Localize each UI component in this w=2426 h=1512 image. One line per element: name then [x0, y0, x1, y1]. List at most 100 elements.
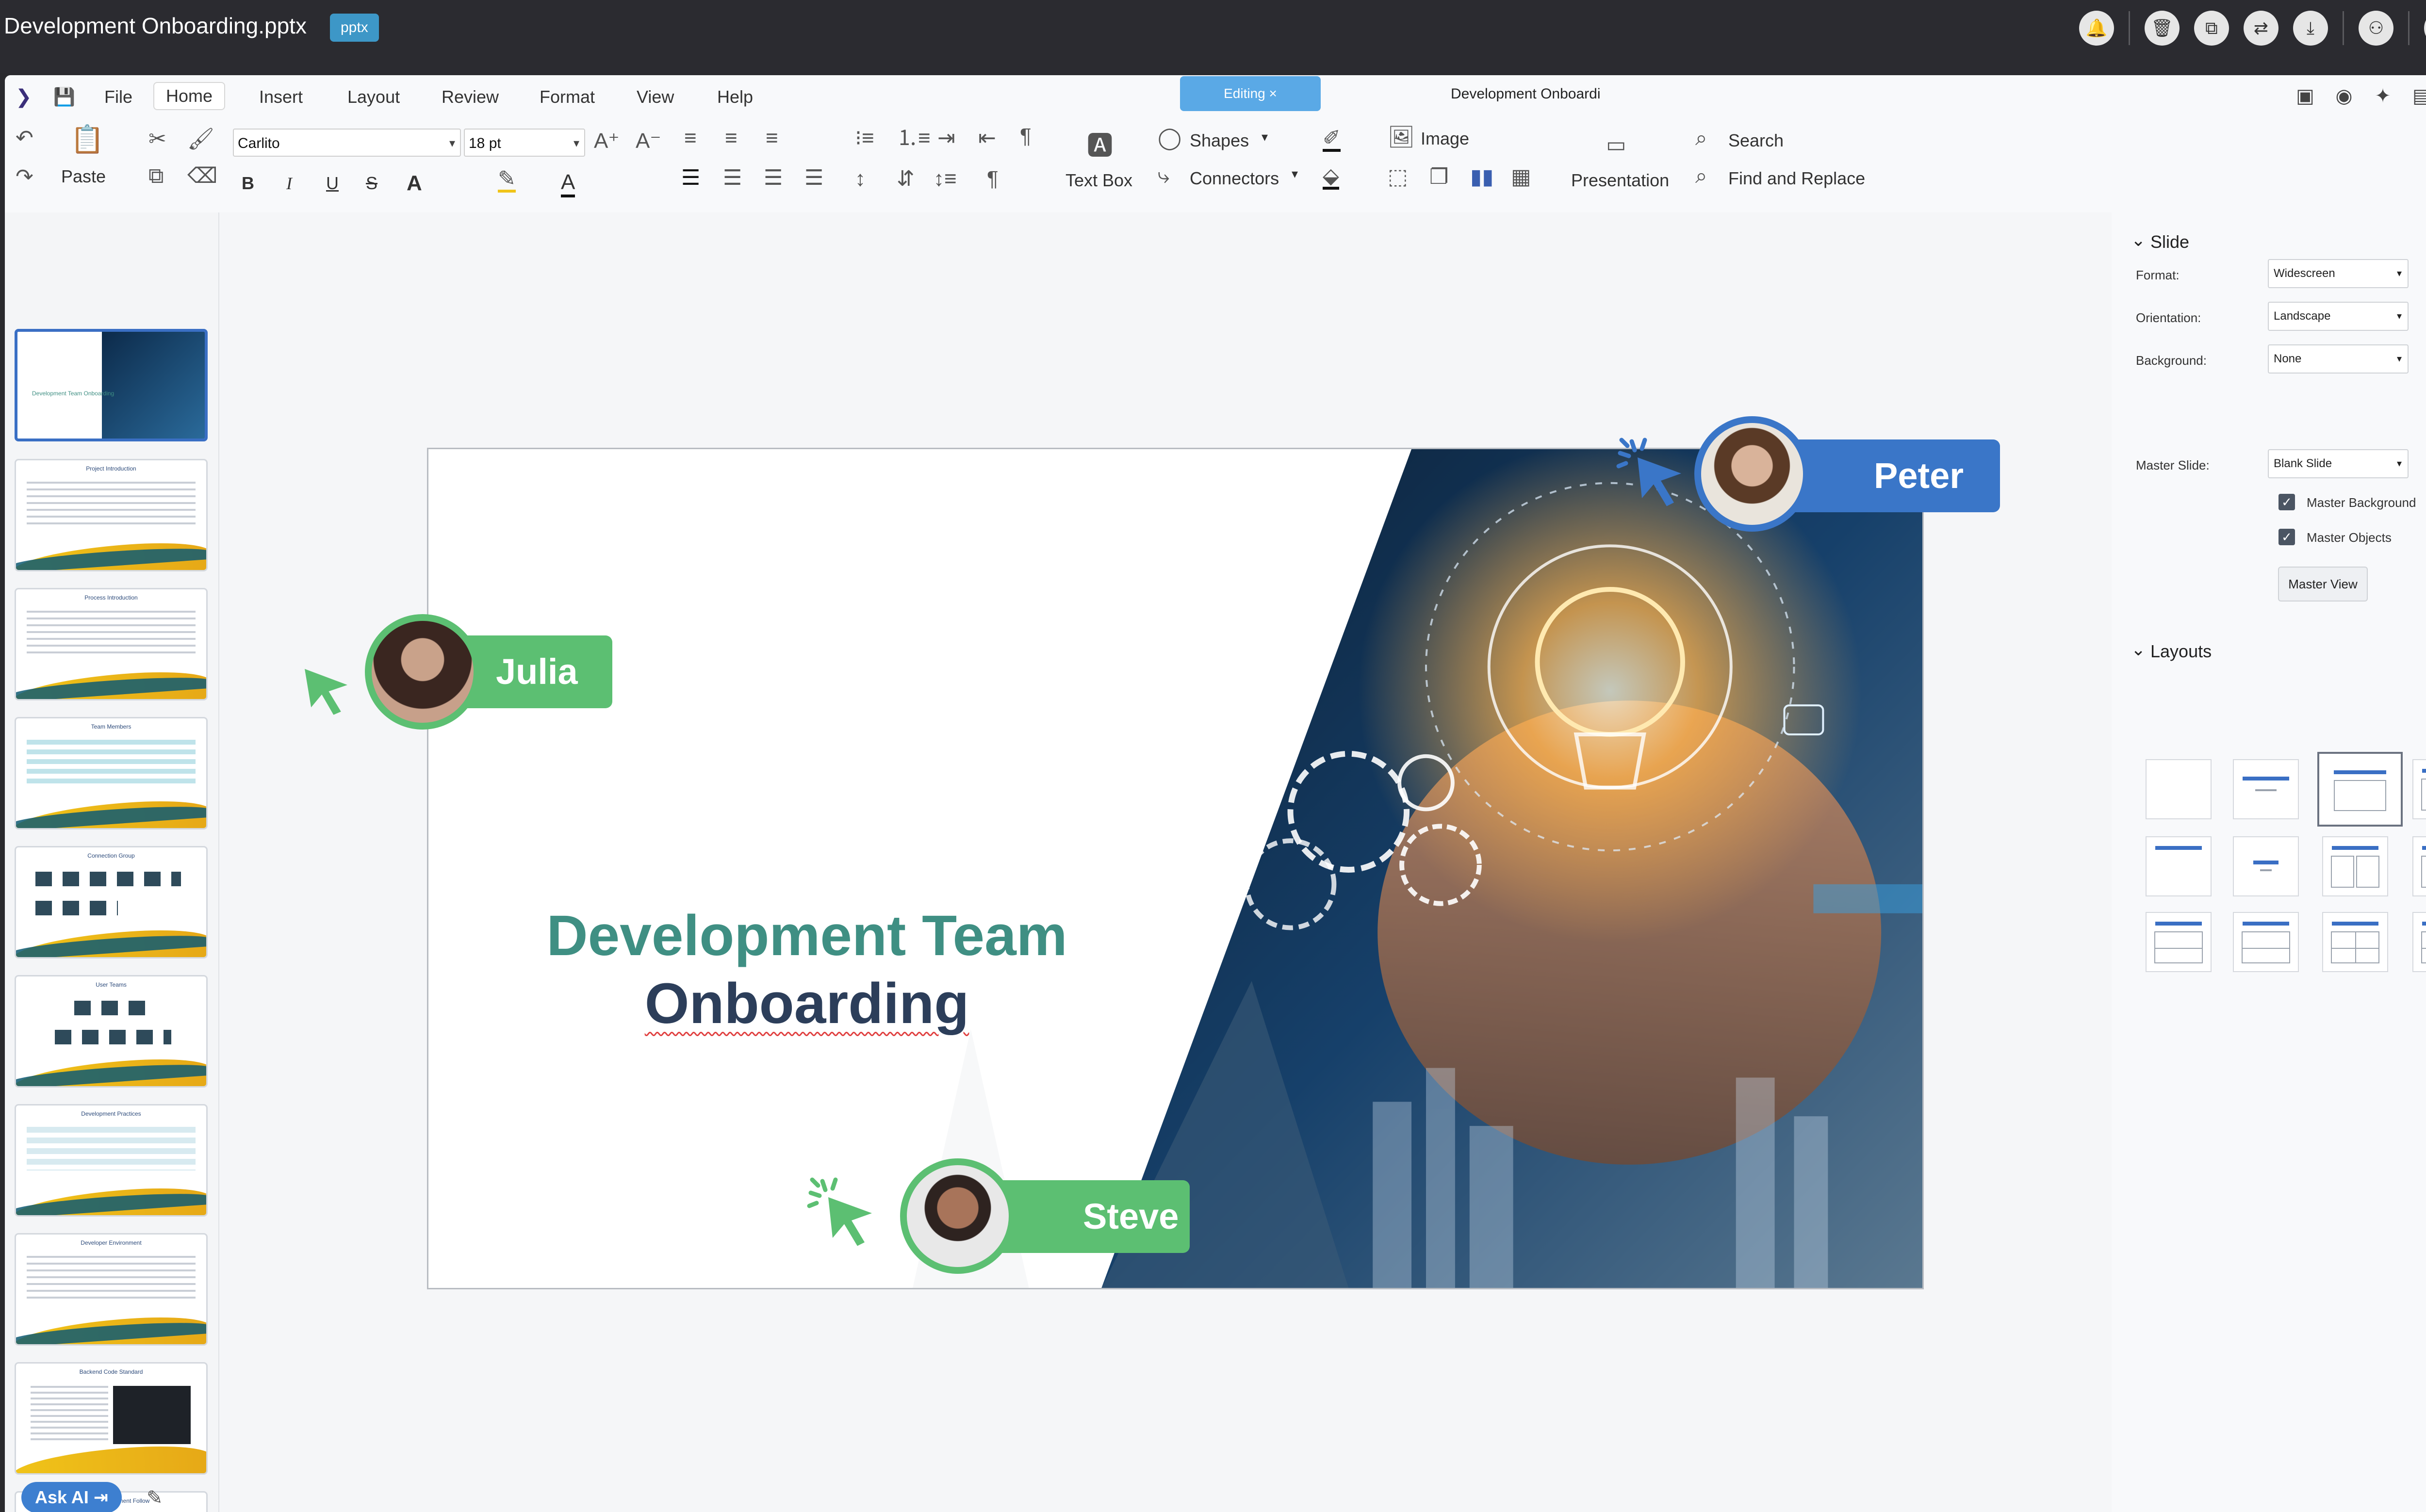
slide-thumbnail[interactable]: Process Introduction [15, 588, 208, 700]
line-spacing-up-icon[interactable]: ↕ [855, 168, 866, 190]
font-size-select[interactable]: 18 pt ▾ [464, 129, 585, 157]
align-left-icon[interactable]: ☰ [681, 167, 700, 189]
layout-title-content[interactable] [2317, 752, 2403, 827]
format-select[interactable]: Widescreen ▾ [2268, 259, 2409, 288]
ask-ai-button[interactable]: Ask AI ⇥ [21, 1482, 122, 1512]
format-painter-icon[interactable]: 🖌 [187, 129, 214, 150]
cut-icon[interactable]: ✂ [148, 129, 166, 150]
slide-title-line2[interactable]: Onboarding [428, 971, 1185, 1037]
presentation-button[interactable]: Presentation [1571, 170, 1669, 191]
orientation-select[interactable]: Landscape ▾ [2268, 302, 2409, 331]
version-icon[interactable]: ⇄ [2244, 11, 2278, 46]
menu-view[interactable]: View [637, 84, 674, 110]
sidebar-toggle-icon[interactable]: ▣ [2292, 83, 2318, 109]
grow-font-icon[interactable]: A⁺ [594, 130, 620, 152]
align-middle-icon[interactable]: ≡ [725, 128, 738, 149]
strikethrough-button[interactable]: S [366, 173, 377, 194]
menu-review[interactable]: Review [442, 84, 499, 110]
menu-home[interactable]: Home [153, 82, 226, 110]
slide[interactable]: Development Team Onboarding [427, 448, 1924, 1289]
layout-blank[interactable] [2146, 759, 2212, 819]
align-top-icon[interactable]: ≡ [684, 128, 697, 149]
fill-color-icon[interactable]: ⬙ [1323, 165, 1339, 190]
redo-icon[interactable]: ↷ [16, 166, 33, 188]
justify-icon[interactable]: ☰ [804, 167, 823, 189]
highlight-icon[interactable]: ✎ [498, 168, 516, 193]
slide-thumbnail[interactable]: Connection Group [15, 846, 208, 959]
image-icon[interactable]: 🖼 [1388, 127, 1415, 148]
outdent-icon[interactable]: ⇤ [978, 128, 996, 149]
presentation-icon[interactable]: ▭ [1606, 134, 1626, 156]
effects-icon[interactable]: ✦ [2370, 83, 2396, 109]
background-select[interactable]: None ▾ [2268, 344, 2409, 374]
font-name-select[interactable]: Carlito ▾ [233, 129, 461, 157]
info-icon[interactable]: ⓘ [2424, 11, 2426, 46]
text-box-icon[interactable]: 🅰 [1087, 133, 1113, 159]
slide-title-line1[interactable]: Development Team [428, 903, 1185, 969]
layout-content-caption[interactable] [2412, 836, 2426, 896]
line-spacing-icon[interactable]: ↕≡ [934, 168, 957, 190]
menu-help[interactable]: Help [717, 84, 753, 110]
menu-insert[interactable]: Insert [259, 84, 303, 110]
italic-button[interactable]: I [286, 173, 292, 194]
chevron-down-icon[interactable]: ⌄ [2131, 639, 2146, 660]
shapes-icon[interactable]: ◯ [1158, 128, 1181, 149]
notes-icon[interactable]: ✎ [147, 1487, 163, 1509]
slide-thumbnail[interactable]: Backend Code Standard [15, 1362, 208, 1475]
slide-section-title[interactable]: Slide [2150, 232, 2189, 252]
align-center-icon[interactable]: ☰ [723, 167, 742, 189]
paste-icon[interactable]: 📋 [70, 126, 104, 153]
clear-format-icon[interactable]: ⌫ [187, 165, 217, 187]
copy-icon[interactable]: ⧉ [2194, 11, 2229, 46]
bold-button[interactable]: B [242, 173, 254, 194]
arrange-icon[interactable]: ❐ [1429, 166, 1448, 188]
chevron-down-icon[interactable]: ⌄ [2131, 230, 2146, 250]
text-box-button[interactable]: Text Box [1065, 170, 1132, 191]
table-icon[interactable]: ▦ [1511, 166, 1531, 188]
slides-view-icon[interactable]: ▤ [2409, 83, 2426, 109]
numbering-icon[interactable]: ⒈≡ [897, 128, 931, 149]
slide-thumbnail[interactable]: Team Members [15, 717, 208, 829]
bullets-icon[interactable]: ⁝≡ [855, 128, 874, 149]
layout-title[interactable] [2233, 759, 2299, 819]
layout-six-content[interactable] [2412, 912, 2426, 972]
align-bottom-icon[interactable]: ≡ [766, 128, 778, 149]
layout-two-content[interactable] [2412, 759, 2426, 819]
share-icon[interactable]: ⚇ [2359, 11, 2393, 46]
theme-icon[interactable]: ◉ [2331, 83, 2357, 109]
layout-four-content[interactable] [2146, 912, 2212, 972]
layout-title-only[interactable] [2146, 836, 2212, 896]
align-right-icon[interactable]: ☰ [764, 167, 783, 189]
undo-icon[interactable]: ↶ [16, 128, 33, 149]
find-replace-button[interactable]: Find and Replace [1728, 168, 1865, 189]
slide-thumbnail[interactable]: Developer Environment [15, 1233, 208, 1346]
crop-icon[interactable]: ⬚ [1388, 166, 1408, 188]
connectors-button[interactable]: Connectors [1190, 168, 1279, 189]
save-icon[interactable]: 💾 [53, 84, 75, 110]
shrink-font-icon[interactable]: A⁻ [636, 130, 661, 152]
layout-comparison[interactable] [2322, 836, 2388, 896]
layouts-section-title[interactable]: Layouts [2150, 641, 2212, 662]
menu-layout[interactable]: Layout [347, 84, 400, 110]
text-effects-button[interactable]: A [407, 171, 422, 195]
menu-format[interactable]: Format [540, 84, 595, 110]
app-logo-icon[interactable]: ❯ [16, 84, 32, 110]
download-icon[interactable]: ⤓ [2293, 11, 2328, 46]
layout-grid[interactable] [2322, 912, 2388, 972]
notifications-icon[interactable]: 🔔 [2079, 11, 2114, 46]
master-view-button[interactable]: Master View [2278, 567, 2368, 602]
master-slide-select[interactable]: Blank Slide ▾ [2268, 449, 2409, 478]
trash-icon[interactable]: 🗑 [2145, 11, 2180, 46]
line-spacing-down-icon[interactable]: ⇵ [897, 168, 915, 190]
font-color-button[interactable]: A [561, 170, 575, 197]
slide-thumbnail[interactable]: User Teams [15, 975, 208, 1088]
find-replace-icon[interactable]: ⌕ [1695, 165, 1707, 187]
editing-mode-button[interactable]: Editing × [1180, 76, 1321, 111]
paragraph-direction-icon[interactable]: ¶ [987, 168, 999, 190]
shapes-dropdown-icon[interactable]: ▾ [1262, 130, 1268, 145]
underline-button[interactable]: U [326, 173, 339, 194]
slide-thumbnail[interactable]: Development Practices [15, 1104, 208, 1217]
layout-stacked[interactable] [2233, 912, 2299, 972]
connectors-icon[interactable]: ⤷ [1158, 165, 1170, 187]
master-objects-checkbox[interactable]: ✓ [2278, 529, 2295, 545]
